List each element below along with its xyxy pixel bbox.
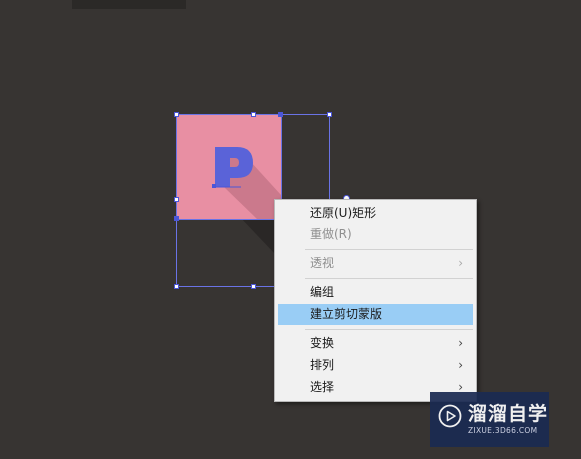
menu-item-redo: 重做(R): [278, 224, 473, 245]
menu-item-label: 编组: [310, 285, 335, 299]
context-menu: 还原(U)矩形 重做(R) 透视 › 编组 建立剪切蒙版 变换 › 排列 › 选…: [274, 199, 477, 402]
menu-item-label: 还原(U)矩形: [310, 206, 377, 220]
selection-handle-tm[interactable]: [251, 112, 256, 117]
menu-item-undo-rectangle[interactable]: 还原(U)矩形: [278, 203, 473, 224]
menu-item-label: 排列: [310, 358, 335, 372]
menu-item-label: 重做(R): [310, 227, 352, 241]
chevron-right-icon: ›: [458, 358, 463, 372]
menu-item-make-clipping-mask[interactable]: 建立剪切蒙版: [278, 304, 473, 325]
menu-item-arrange[interactable]: 排列 ›: [278, 355, 473, 376]
menu-item-transform[interactable]: 变换 ›: [278, 333, 473, 354]
play-icon: [438, 404, 462, 428]
menu-item-label: 选择: [310, 380, 335, 394]
selection-handle-tl[interactable]: [174, 112, 179, 117]
watermark-logo: 溜溜自学 ZIXUE.3D66.COM: [430, 392, 549, 447]
watermark-url: ZIXUE.3D66.COM: [468, 426, 538, 435]
anchor-point[interactable]: [278, 112, 283, 117]
selection-handle-tr[interactable]: [327, 112, 332, 117]
selection-handle-bl[interactable]: [174, 284, 179, 289]
menu-separator: [305, 249, 473, 250]
menu-separator: [305, 278, 473, 279]
chevron-right-icon: ›: [458, 256, 463, 270]
chevron-right-icon: ›: [458, 336, 463, 350]
menu-item-perspective: 透视 ›: [278, 253, 473, 274]
selection-handle-ml[interactable]: [174, 197, 179, 202]
menu-separator: [305, 329, 473, 330]
anchor-point-left[interactable]: [174, 216, 179, 221]
menu-item-label: 透视: [310, 256, 335, 270]
menu-item-label: 变换: [310, 336, 335, 350]
menu-item-group[interactable]: 编组: [278, 282, 473, 303]
menu-item-label: 建立剪切蒙版: [310, 307, 383, 321]
selection-handle-bm[interactable]: [251, 284, 256, 289]
watermark-title: 溜溜自学: [468, 403, 549, 425]
